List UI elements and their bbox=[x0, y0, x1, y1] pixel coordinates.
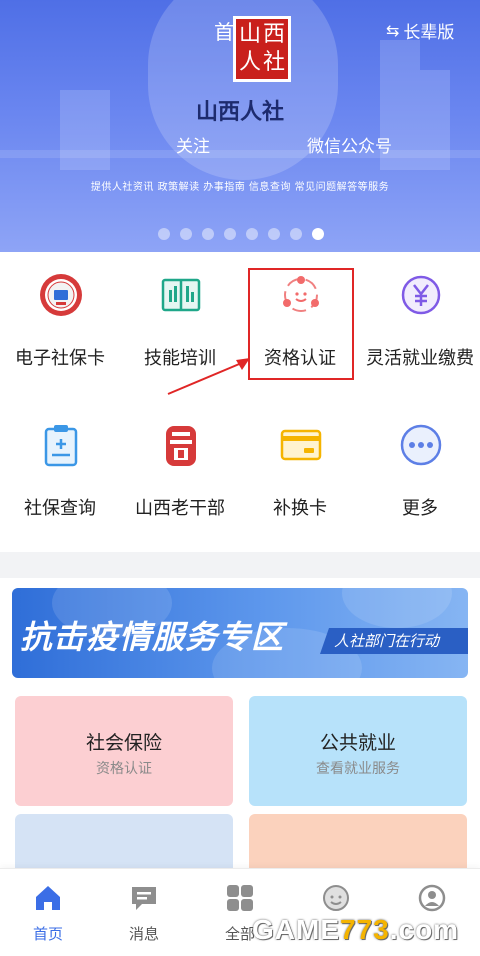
highlight-annotation-box bbox=[248, 268, 354, 380]
top-banner[interactable]: 首 ⇆ 长辈版 山 西 人 社 山西人社 关注 微信公众号 提供人社资讯 政策解… bbox=[0, 0, 480, 252]
grid-icon bbox=[227, 885, 253, 911]
home-icon bbox=[36, 886, 60, 910]
public-employment-card[interactable]: 公共就业 查看就业服务 bbox=[249, 696, 467, 806]
banner-slogan: 提供人社资讯 政策解读 办事指南 信息查询 常见问题解答等服务 bbox=[90, 182, 390, 193]
social-insurance-card[interactable]: 社会保险 资格认证 bbox=[15, 696, 233, 806]
service-face-icon bbox=[323, 885, 349, 911]
service-card-replacement[interactable]: 补换卡 bbox=[240, 402, 360, 552]
seal-char: 西 bbox=[262, 22, 285, 47]
banner-stripe bbox=[0, 150, 480, 158]
carousel-indicator[interactable] bbox=[158, 228, 324, 240]
carousel-dot[interactable] bbox=[158, 228, 170, 240]
tab-label: 消息 bbox=[128, 925, 159, 943]
swap-arrows-icon: ⇆ bbox=[386, 21, 400, 40]
brand-name: 山西人社 bbox=[195, 100, 284, 125]
clipboard-query-icon bbox=[44, 425, 78, 467]
carousel-dot-active[interactable] bbox=[312, 228, 324, 240]
partial-card[interactable] bbox=[15, 814, 233, 874]
tab-home[interactable]: 首页 bbox=[0, 869, 96, 956]
service-grid: 电子社保卡 技能培训 资格认证 灵活就业缴费 社保查询 山西老干部 补换卡 更多 bbox=[0, 252, 480, 552]
profile-icon bbox=[418, 884, 446, 912]
seal-char: 人 bbox=[238, 50, 261, 75]
veteran-cadre-icon bbox=[166, 426, 196, 466]
page-title: 首 bbox=[214, 20, 234, 44]
carousel-dot[interactable] bbox=[180, 228, 192, 240]
watermark-domain: .com bbox=[389, 914, 460, 945]
card-subtitle: 查看就业服务 bbox=[316, 761, 400, 777]
service-social-security-card[interactable]: 电子社保卡 bbox=[0, 252, 120, 402]
carousel-dot[interactable] bbox=[246, 228, 258, 240]
card-title: 社会保险 bbox=[85, 732, 162, 754]
promo-tag: 人社部门在行动 bbox=[320, 628, 468, 654]
tab-messages[interactable]: 消息 bbox=[96, 869, 192, 956]
service-shanxi-veteran-cadres[interactable]: 山西老干部 bbox=[120, 402, 240, 552]
service-label: 社保查询 bbox=[24, 498, 96, 519]
carousel-dot[interactable] bbox=[202, 228, 214, 240]
seal-char: 社 bbox=[262, 50, 285, 75]
carousel-dot[interactable] bbox=[268, 228, 280, 240]
skills-book-icon bbox=[161, 278, 201, 312]
shanxi-hrss-seal-logo: 山 西 人 社 bbox=[233, 16, 291, 82]
promo-title: 抗击疫情服务专区 bbox=[20, 618, 285, 656]
elder-mode-button[interactable]: ⇆ 长辈版 bbox=[386, 18, 454, 43]
yuan-payment-icon bbox=[401, 275, 441, 315]
section-separator bbox=[0, 552, 480, 578]
follow-text: 关注 bbox=[176, 137, 210, 157]
service-label: 更多 bbox=[402, 498, 438, 519]
partial-card[interactable] bbox=[249, 814, 467, 874]
message-icon bbox=[132, 887, 156, 910]
service-social-security-query[interactable]: 社保查询 bbox=[0, 402, 120, 552]
texture-decoration bbox=[342, 588, 452, 628]
social-security-card-icon bbox=[40, 274, 82, 316]
card-title: 公共就业 bbox=[319, 732, 396, 754]
annotation-arrow-icon bbox=[167, 358, 250, 395]
carousel-dot[interactable] bbox=[290, 228, 302, 240]
service-label: 电子社保卡 bbox=[15, 348, 105, 369]
service-flexible-employment-payment[interactable]: 灵活就业缴费 bbox=[360, 252, 480, 402]
seal-char: 山 bbox=[238, 22, 261, 47]
service-more[interactable]: 更多 bbox=[360, 402, 480, 552]
carousel-dot[interactable] bbox=[224, 228, 236, 240]
tab-label: 首页 bbox=[32, 925, 63, 943]
watermark-text: GAME bbox=[252, 914, 340, 945]
card-subtitle: 资格认证 bbox=[96, 761, 152, 777]
wechat-account-text: 微信公众号 bbox=[307, 137, 392, 157]
service-label: 灵活就业缴费 bbox=[366, 348, 474, 369]
epidemic-service-banner[interactable]: 抗击疫情服务专区 人社部门在行动 bbox=[12, 588, 468, 678]
card-replace-icon bbox=[280, 429, 322, 461]
watermark-number: 773 bbox=[340, 914, 390, 945]
elder-mode-label: 长辈版 bbox=[403, 23, 455, 43]
service-label: 补换卡 bbox=[273, 498, 327, 519]
service-label: 山西老干部 bbox=[135, 498, 225, 519]
more-dots-icon bbox=[400, 424, 442, 466]
site-watermark: GAME773.com bbox=[252, 914, 459, 946]
